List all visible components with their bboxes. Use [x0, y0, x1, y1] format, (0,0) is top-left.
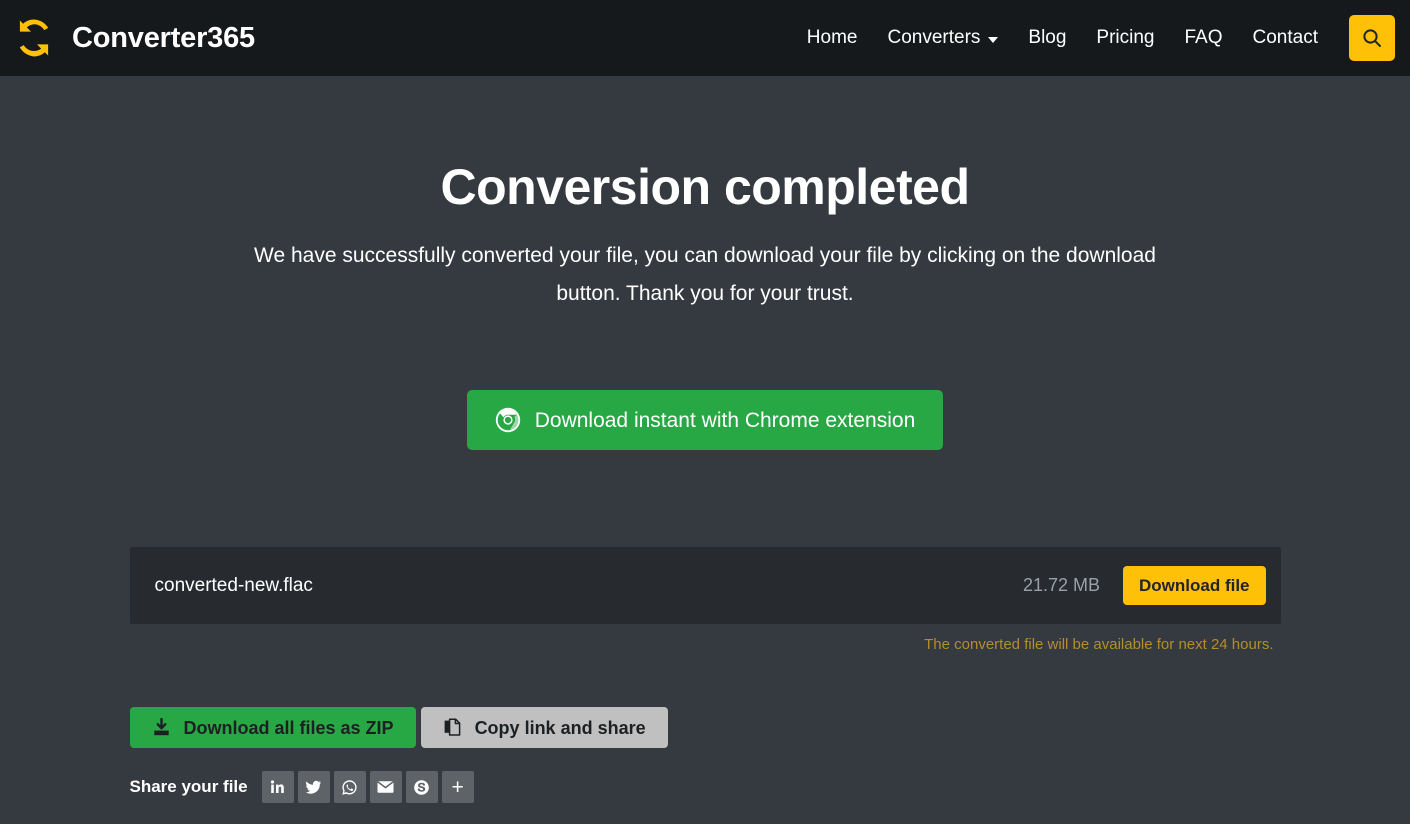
download-all-zip-label: Download all files as ZIP [184, 719, 394, 737]
brand-logo-link[interactable]: Converter365 [8, 12, 255, 64]
nav-item-label: FAQ [1185, 0, 1223, 76]
nav-item-label: Blog [1028, 0, 1066, 76]
site-header: Converter365 Home Converters Blog Pricin… [0, 0, 1410, 76]
share-row: Share your file [130, 771, 1281, 803]
plus-icon: + [451, 777, 463, 798]
chevron-down-icon [988, 37, 998, 43]
file-size: 21.72 MB [1023, 575, 1100, 596]
download-file-button[interactable]: Download file [1123, 566, 1266, 605]
nav-item-converters[interactable]: Converters [872, 0, 1013, 76]
files-block: converted-new.flac 21.72 MB Download fil… [130, 547, 1281, 653]
main-content: Conversion completed We have successfull… [130, 76, 1281, 803]
nav-item-contact[interactable]: Contact [1238, 0, 1333, 76]
nav-item-pricing[interactable]: Pricing [1081, 0, 1169, 76]
share-button-email[interactable] [370, 771, 402, 803]
copy-link-share-label: Copy link and share [475, 719, 646, 737]
nav-item-label: Home [807, 0, 858, 76]
copy-link-share-button[interactable]: Copy link and share [421, 707, 668, 748]
skype-icon [413, 779, 430, 796]
hero-subtitle: We have successfully converted your file… [250, 237, 1160, 313]
main-nav: Home Converters Blog Pricing FAQ Contact [792, 0, 1410, 76]
hero-section: Conversion completed We have successfull… [130, 76, 1281, 313]
table-row: converted-new.flac 21.72 MB Download fil… [130, 547, 1281, 624]
nav-item-blog[interactable]: Blog [1013, 0, 1081, 76]
file-name: converted-new.flac [155, 575, 1023, 597]
brand-name: Converter365 [72, 22, 255, 55]
cta-row: Download instant with Chrome extension [130, 390, 1281, 450]
download-tray-icon [152, 718, 171, 737]
file-expiry-note: The converted file will be available for… [130, 636, 1281, 653]
nav-item-label: Pricing [1096, 0, 1154, 76]
twitter-bird-icon [305, 779, 322, 796]
envelope-icon [377, 780, 394, 794]
share-button-skype[interactable] [406, 771, 438, 803]
share-label: Share your file [130, 777, 248, 797]
share-button-linkedin[interactable] [262, 771, 294, 803]
nav-item-label: Contact [1253, 0, 1318, 76]
whatsapp-icon [341, 779, 358, 796]
share-button-whatsapp[interactable] [334, 771, 366, 803]
share-buttons: + [262, 771, 474, 803]
download-chrome-extension-button[interactable]: Download instant with Chrome extension [467, 390, 944, 450]
chrome-icon [495, 407, 521, 433]
linkedin-icon [270, 779, 286, 795]
nav-item-label: Converters [887, 0, 980, 76]
action-row: Download all files as ZIP Copy link and … [130, 707, 1281, 748]
nav-item-home[interactable]: Home [792, 0, 873, 76]
download-chrome-extension-label: Download instant with Chrome extension [535, 410, 916, 431]
search-button[interactable] [1349, 15, 1395, 61]
download-all-zip-button[interactable]: Download all files as ZIP [130, 707, 416, 748]
nav-item-faq[interactable]: FAQ [1170, 0, 1238, 76]
share-button-more[interactable]: + [442, 771, 474, 803]
search-icon [1361, 27, 1383, 49]
page-title: Conversion completed [130, 160, 1281, 215]
share-button-twitter[interactable] [298, 771, 330, 803]
copy-pages-icon [443, 718, 462, 737]
refresh-circular-arrows-icon [8, 12, 60, 64]
